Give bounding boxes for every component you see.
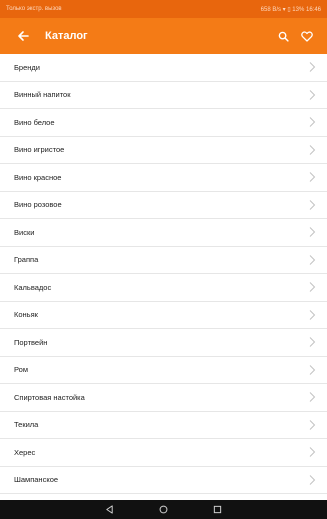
catalog-item-label: Граппа — [14, 255, 39, 265]
catalog-item-label: Шампанское — [14, 475, 59, 485]
catalog-item-label: Херес — [14, 447, 36, 457]
chevron-right-icon — [309, 62, 316, 73]
chevron-right-icon — [309, 172, 316, 183]
circle-home-icon — [159, 505, 168, 514]
catalog-item[interactable]: Херес — [0, 439, 327, 467]
chevron-right-icon — [309, 419, 316, 430]
catalog-item[interactable]: Винный напиток — [0, 82, 327, 109]
status-right-text: 658 B/s ▾ ▯ 13% 16:46 — [260, 6, 321, 13]
catalog-item-label: Кальвадос — [14, 282, 52, 292]
catalog-item[interactable]: Коньяк — [0, 302, 327, 329]
catalog-item-label: Вино розовое — [14, 200, 62, 210]
chevron-right-icon — [309, 392, 316, 403]
catalog-item[interactable]: Спиртовая настойка — [0, 384, 327, 412]
catalog-item-label: Текила — [14, 420, 39, 430]
catalog-item[interactable]: Виски — [0, 219, 327, 247]
catalog-item[interactable]: Портвейн — [0, 329, 327, 357]
chevron-right-icon — [309, 89, 316, 100]
app-bar: Каталог — [0, 18, 327, 54]
catalog-item-label: Винный напиток — [14, 90, 71, 100]
chevron-right-icon — [309, 144, 316, 155]
search-icon — [278, 31, 289, 42]
catalog-item[interactable]: Кальвадос — [0, 274, 327, 302]
nav-recents-button[interactable] — [203, 500, 233, 519]
chevron-right-icon — [309, 282, 316, 293]
catalog-item-label: Коньяк — [14, 310, 38, 320]
chevron-right-icon — [309, 309, 316, 320]
chevron-right-icon — [309, 117, 316, 128]
catalog-item-label: Ром — [14, 365, 29, 375]
arrow-left-icon — [18, 31, 29, 41]
chevron-right-icon — [309, 254, 316, 265]
catalog-item[interactable]: Текила — [0, 412, 327, 439]
page-title: Каталог — [45, 30, 88, 42]
catalog-item-label: Портвейн — [14, 337, 48, 347]
favorites-button[interactable] — [295, 24, 319, 48]
catalog-item-label: Виски — [14, 227, 35, 237]
status-bar: Только экстр. вызов 658 B/s ▾ ▯ 13% 16:4… — [0, 0, 327, 18]
catalog-item-label: Спиртовая настойка — [14, 392, 85, 402]
search-button[interactable] — [271, 24, 295, 48]
chevron-right-icon — [309, 447, 316, 458]
catalog-item[interactable]: Вино красное — [0, 164, 327, 192]
catalog-item-label: Вино красное — [14, 172, 62, 182]
chevron-right-icon — [309, 364, 316, 375]
nav-back-button[interactable] — [95, 500, 125, 519]
catalog-item-label: Вино белое — [14, 117, 55, 127]
status-left-text: Только экстр. вызов — [6, 6, 62, 12]
chevron-right-icon — [309, 227, 316, 238]
nav-home-button[interactable] — [149, 500, 179, 519]
catalog-item[interactable]: Вино розовое — [0, 192, 327, 219]
heart-icon — [301, 30, 313, 42]
catalog-item[interactable]: Вино белое — [0, 109, 327, 137]
chevron-right-icon — [309, 474, 316, 485]
catalog-item-label: Вино игристое — [14, 145, 65, 155]
catalog-list: Бренди Винный напиток Вино белое Вино игрис… — [0, 54, 327, 494]
back-button[interactable] — [13, 18, 33, 54]
system-nav-bar — [0, 500, 327, 519]
catalog-item[interactable]: Вино игристое — [0, 137, 327, 164]
catalog-item-label: Бренди — [14, 62, 40, 72]
catalog-item[interactable]: Бренди — [0, 54, 327, 82]
chevron-right-icon — [309, 337, 316, 348]
catalog-item[interactable]: Ром — [0, 357, 327, 384]
catalog-item[interactable]: Граппа — [0, 247, 327, 274]
catalog-item[interactable]: Шампанское — [0, 467, 327, 494]
chevron-right-icon — [309, 199, 316, 210]
triangle-back-icon — [106, 505, 113, 514]
square-recents-icon — [213, 505, 222, 514]
